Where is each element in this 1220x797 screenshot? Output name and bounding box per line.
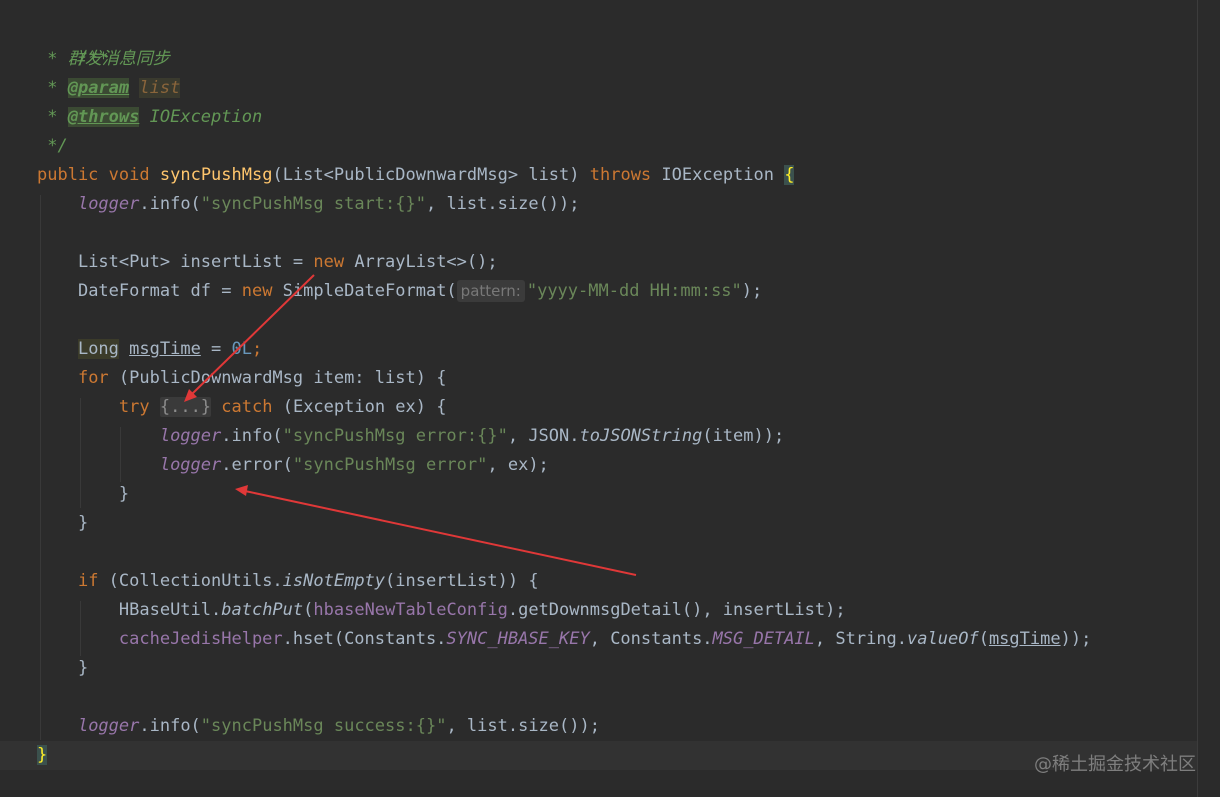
annotation-arrow-2 xyxy=(244,490,637,576)
annotation-arrows xyxy=(184,274,637,576)
annotation-arrow-1 xyxy=(191,274,315,395)
watermark: @稀土掘金技术社区 xyxy=(1034,754,1196,775)
code-editor[interactable]: /** * 群发消息同步 * @param list * @throws IOE… xyxy=(0,0,1220,797)
arrowhead-2 xyxy=(235,485,248,496)
